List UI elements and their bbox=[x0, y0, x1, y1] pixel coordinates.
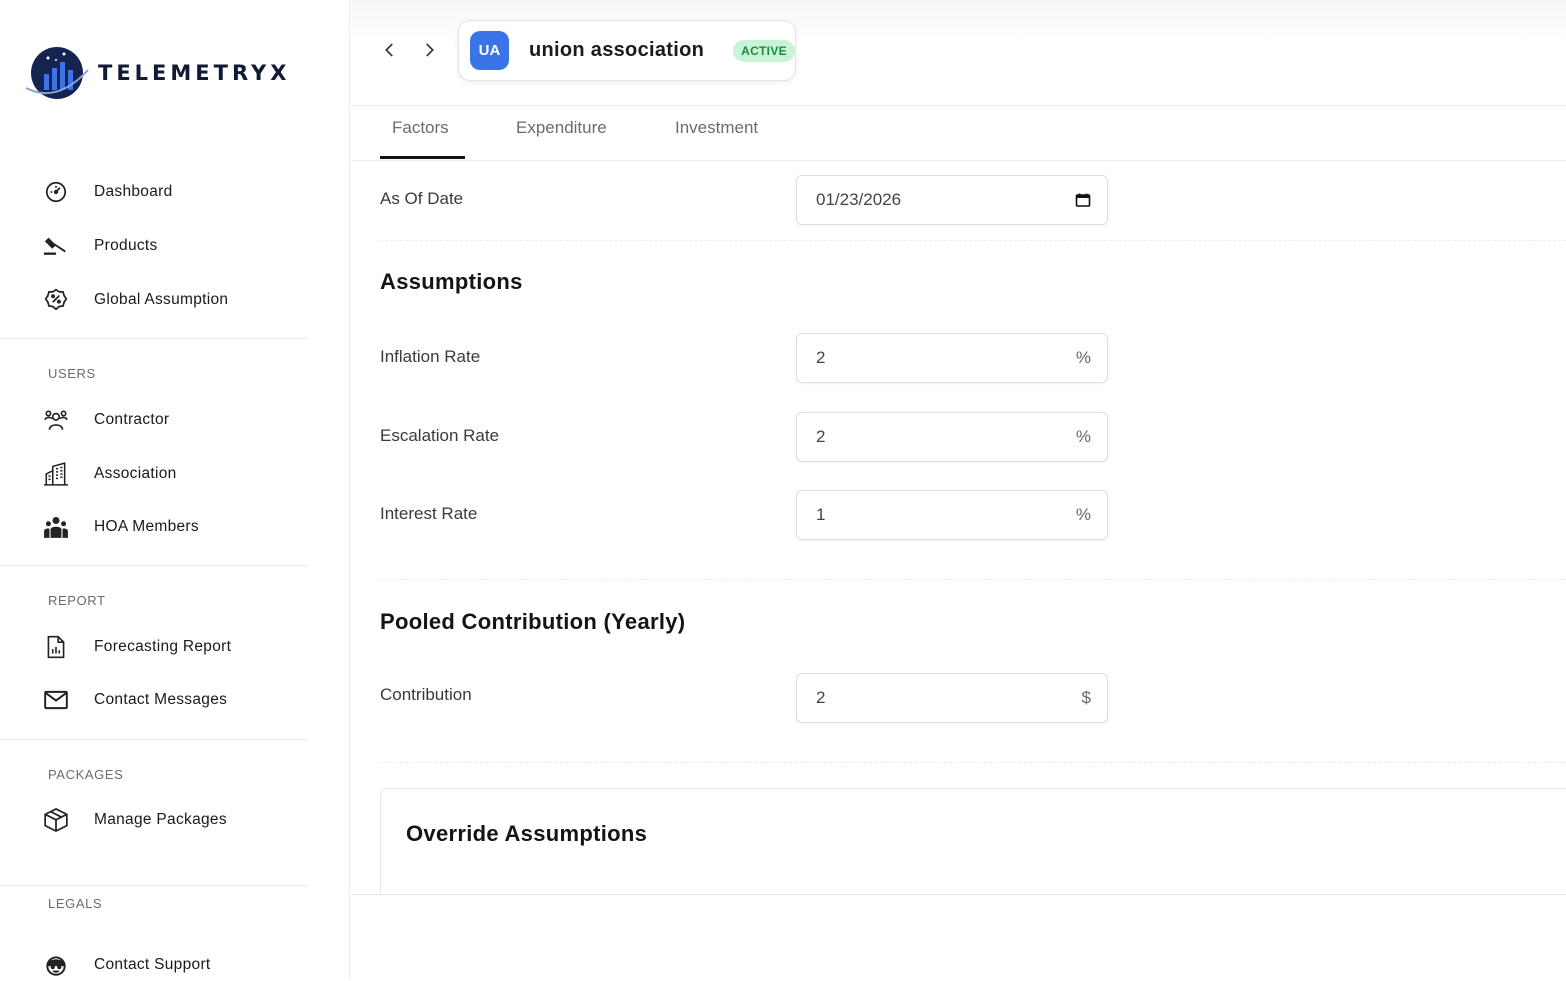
report-file-icon bbox=[42, 633, 70, 661]
sidebar-item-label: Contact Messages bbox=[94, 691, 228, 708]
pooled-contribution-heading: Pooled Contribution (Yearly) bbox=[380, 609, 686, 634]
support-agent-icon bbox=[42, 951, 70, 979]
interest-rate-input[interactable]: 1 % bbox=[796, 490, 1108, 540]
sidebar-item-label: Dashboard bbox=[94, 183, 173, 200]
tab-bar: Factors Expenditure Investment bbox=[351, 106, 1566, 161]
envelope-icon bbox=[42, 686, 70, 714]
percent-unit: % bbox=[1075, 427, 1091, 446]
assumptions-heading: Assumptions bbox=[380, 269, 523, 294]
divider bbox=[380, 240, 1566, 241]
override-assumptions-heading: Override Assumptions bbox=[406, 821, 648, 846]
top-bar: UA union association ACTIVE bbox=[351, 0, 1566, 106]
building-icon bbox=[42, 460, 70, 488]
percent-unit: % bbox=[1075, 348, 1091, 367]
inflation-rate-label: Inflation Rate bbox=[380, 347, 481, 366]
sidebar-item-label: Global Assumption bbox=[94, 291, 229, 308]
main-content: UA union association ACTIVE Factors Expe… bbox=[351, 0, 1566, 979]
avatar: UA bbox=[470, 31, 509, 70]
section-title-report: REPORT bbox=[48, 593, 106, 608]
gavel-icon bbox=[42, 232, 70, 260]
section-title-packages: PACKAGES bbox=[48, 767, 124, 782]
interest-rate-value: 1 bbox=[816, 505, 826, 524]
interest-rate-label: Interest Rate bbox=[380, 504, 478, 523]
forward-button[interactable] bbox=[415, 36, 443, 64]
sidebar-item-contact-messages[interactable]: Contact Messages bbox=[42, 684, 227, 716]
as-of-date-input[interactable]: 01/23/2026 bbox=[796, 175, 1108, 225]
dollar-unit: $ bbox=[1081, 688, 1091, 707]
contribution-value: 2 bbox=[816, 688, 826, 707]
percent-badge-icon bbox=[42, 286, 70, 314]
escalation-rate-input[interactable]: 2 % bbox=[796, 412, 1108, 462]
sidebar-item-hoa-members[interactable]: HOA Members bbox=[42, 511, 199, 543]
section-title-users: USERS bbox=[48, 366, 96, 381]
sidebar-item-products[interactable]: Products bbox=[42, 230, 158, 262]
entity-name: union association bbox=[529, 39, 705, 61]
sidebar-item-forecasting-report[interactable]: Forecasting Report bbox=[42, 631, 231, 663]
sidebar-item-label: Contact Support bbox=[94, 956, 211, 973]
divider bbox=[351, 894, 1566, 895]
override-assumptions-card: Override Assumptions bbox=[380, 788, 1566, 894]
sidebar-item-association[interactable]: Association bbox=[42, 458, 177, 490]
sidebar-item-label: Forecasting Report bbox=[94, 638, 232, 655]
active-tab-indicator bbox=[380, 156, 465, 159]
inflation-rate-input[interactable]: 2 % bbox=[796, 333, 1108, 383]
dashboard-gauge-icon bbox=[42, 178, 70, 206]
sidebar-item-label: HOA Members bbox=[94, 518, 199, 535]
percent-unit: % bbox=[1075, 505, 1091, 524]
divider bbox=[0, 565, 308, 566]
sidebar-item-manage-packages[interactable]: Manage Packages bbox=[42, 804, 227, 836]
people-group-icon bbox=[42, 406, 70, 434]
sidebar-item-label: Contractor bbox=[94, 411, 170, 428]
divider bbox=[380, 762, 1566, 763]
calendar-icon[interactable] bbox=[1075, 192, 1091, 208]
telemetryx-logo-icon bbox=[25, 47, 89, 99]
status-badge: ACTIVE bbox=[733, 39, 795, 62]
entity-card[interactable]: UA union association ACTIVE bbox=[458, 20, 796, 81]
divider bbox=[380, 579, 1566, 580]
as-of-date-value: 01/23/2026 bbox=[816, 190, 902, 209]
divider bbox=[0, 885, 308, 886]
contribution-input[interactable]: 2 $ bbox=[796, 673, 1108, 723]
tab-expenditure[interactable]: Expenditure bbox=[516, 118, 607, 138]
sidebar-item-contact-support[interactable]: Contact Support bbox=[42, 949, 211, 981]
sidebar-item-label: Products bbox=[94, 237, 158, 254]
tab-investment[interactable]: Investment bbox=[675, 118, 758, 138]
members-icon bbox=[42, 513, 70, 541]
package-box-icon bbox=[42, 806, 70, 834]
divider bbox=[0, 338, 308, 339]
sidebar-item-global-assumption[interactable]: Global Assumption bbox=[42, 284, 228, 316]
chevron-right-icon bbox=[426, 43, 434, 57]
back-button[interactable] bbox=[376, 36, 404, 64]
divider bbox=[0, 739, 308, 740]
sidebar: TELEMETRYX Dashboard Products Global Ass… bbox=[0, 0, 350, 979]
brand-logo[interactable]: TELEMETRYX bbox=[24, 44, 290, 102]
contribution-label: Contribution bbox=[380, 685, 472, 704]
sidebar-item-label: Association bbox=[94, 465, 177, 482]
inflation-rate-value: 2 bbox=[816, 348, 826, 367]
section-title-legals: LEGALS bbox=[48, 896, 103, 911]
escalation-rate-label: Escalation Rate bbox=[380, 426, 500, 445]
chevron-left-icon bbox=[385, 43, 393, 57]
sidebar-item-label: Manage Packages bbox=[94, 811, 227, 828]
tab-factors[interactable]: Factors bbox=[392, 118, 449, 138]
sidebar-item-dashboard[interactable]: Dashboard bbox=[42, 176, 173, 208]
as-of-date-label: As Of Date bbox=[380, 189, 464, 208]
escalation-rate-value: 2 bbox=[816, 427, 826, 446]
brand-name: TELEMETRYX bbox=[98, 61, 291, 85]
sidebar-item-contractor[interactable]: Contractor bbox=[42, 404, 169, 436]
